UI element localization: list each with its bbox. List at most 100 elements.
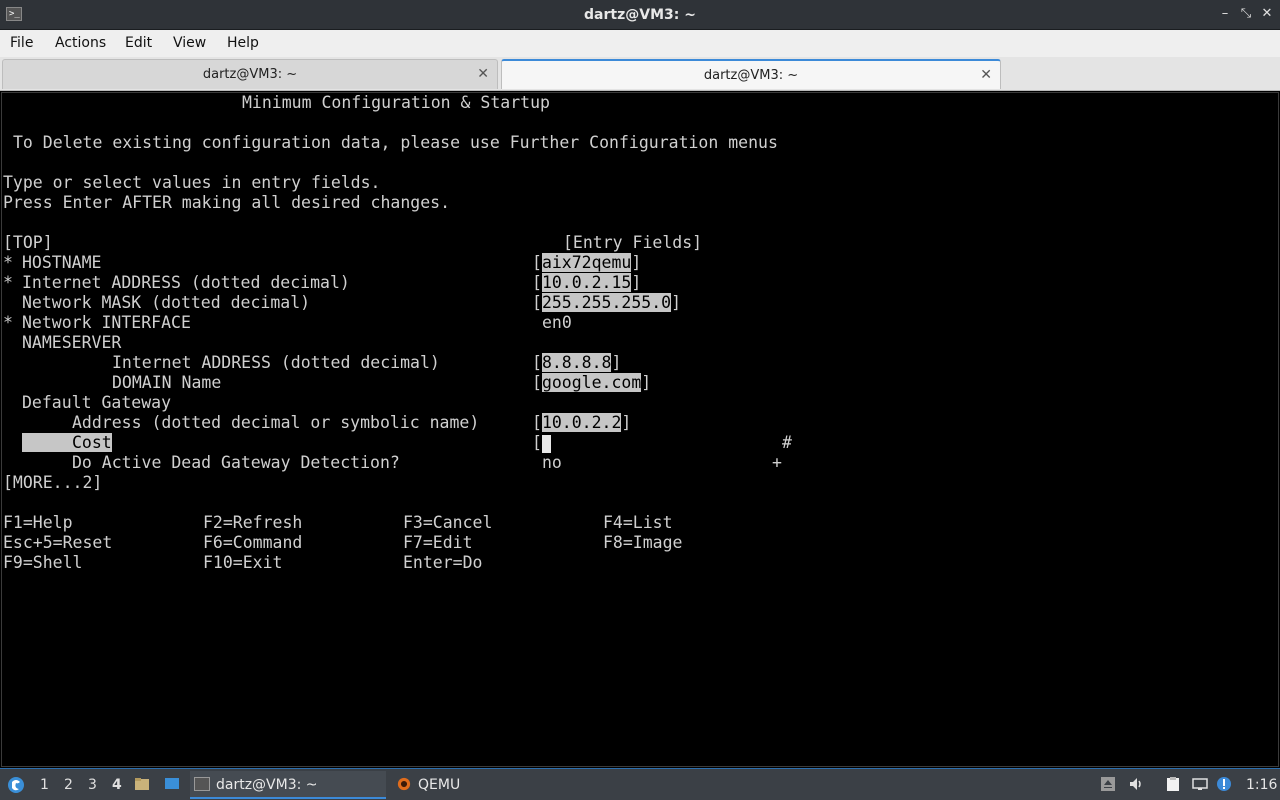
menu-help[interactable]: Help [227, 35, 259, 51]
function-key-hint: Enter=Do [403, 553, 483, 572]
menu-edit[interactable]: Edit [125, 35, 152, 51]
function-key-hint: F4=List [603, 513, 673, 532]
field-label-text: DOMAIN Name [112, 373, 222, 392]
field-value-text[interactable]: 8.8.8.8 [541, 353, 612, 372]
field-value[interactable]: no [542, 453, 562, 473]
field-value[interactable]: [255.255.255.0] [532, 293, 681, 313]
tab-close-icon[interactable]: ✕ [980, 67, 992, 83]
file-manager-icon[interactable] [134, 776, 150, 792]
field-label-text: Internet ADDRESS (dotted decimal) [22, 273, 350, 292]
tab-label: dartz@VM3: ~ [202, 67, 298, 82]
field-label-text: Cost [22, 433, 112, 452]
field-label: Default Gateway [22, 393, 171, 413]
task-label: dartz@VM3: ~ [216, 777, 318, 793]
field-label: NAMESERVER [22, 333, 121, 353]
field-type-indicator: + [772, 453, 782, 472]
terminal-icon [194, 777, 210, 791]
field-value[interactable]: [aix72qemu] [532, 253, 641, 273]
minimize-icon[interactable]: – [1216, 5, 1234, 23]
function-key-hint: F10=Exit [203, 553, 283, 572]
task-terminal[interactable]: dartz@VM3: ~ [190, 771, 386, 799]
function-key-hint: F1=Help [3, 513, 73, 532]
required-marker: * [3, 273, 13, 292]
tab-label: dartz@VM3: ~ [703, 68, 799, 83]
field-label-text: Address (dotted decimal or symbolic name… [72, 413, 480, 432]
top-marker: [TOP] [3, 233, 53, 252]
field-label-text: NAMESERVER [22, 333, 122, 352]
task-qemu[interactable]: QEMU [392, 771, 588, 799]
field-label-text: Internet ADDRESS (dotted decimal) [112, 353, 440, 372]
field-type-indicator: # [782, 433, 792, 452]
task-label: QEMU [418, 777, 461, 793]
smit-note: To Delete existing configuration data, p… [13, 133, 778, 152]
menu-actions[interactable]: Actions [55, 35, 106, 51]
window-titlebar: >_ dartz@VM3: ~ – ⤡ ✕ [0, 0, 1280, 30]
field-value[interactable]: [10.0.2.15] [532, 273, 641, 293]
field-label: Internet ADDRESS (dotted decimal) [22, 273, 350, 293]
field-value[interactable]: [8.8.8.8] [532, 353, 621, 373]
function-key-hint: F6=Command [203, 533, 303, 552]
clipboard-icon[interactable] [1165, 776, 1181, 792]
desktop-3[interactable]: 3 [88, 777, 97, 793]
network-icon[interactable] [1192, 776, 1208, 792]
smit-instruction: Press Enter AFTER making all desired cha… [3, 193, 451, 212]
close-icon[interactable]: ✕ [1258, 5, 1276, 23]
taskbar: 1 2 3 4 dartz@VM3: ~ QEMU 1:16 [0, 768, 1280, 800]
field-label-text: Network MASK (dotted decimal) [22, 293, 311, 312]
tab-terminal-2[interactable]: dartz@VM3: ~ ✕ [501, 59, 1001, 89]
field-label-text: HOSTNAME [22, 253, 102, 272]
function-key-hint: F7=Edit [403, 533, 473, 552]
field-value-text[interactable]: 255.255.255.0 [541, 293, 672, 312]
field-value-text[interactable]: 10.0.2.15 [541, 273, 632, 292]
tab-close-icon[interactable]: ✕ [477, 66, 489, 82]
qemu-icon [397, 777, 411, 791]
show-desktop-icon[interactable] [164, 776, 180, 792]
field-value[interactable]: [ [532, 433, 551, 453]
terminal-screen[interactable]: Minimum Configuration & Startup To Delet… [1, 92, 1279, 767]
field-label-text: Default Gateway [22, 393, 172, 412]
tab-bar: dartz@VM3: ~ ✕ dartz@VM3: ~ ✕ [0, 57, 1280, 91]
desktop-2[interactable]: 2 [64, 777, 73, 793]
field-value[interactable]: [10.0.2.2] [532, 413, 631, 433]
smit-heading: Minimum Configuration & Startup [242, 93, 550, 112]
desktop-4-active[interactable]: 4 [112, 777, 122, 793]
function-key-hint: Esc+5=Reset [3, 533, 113, 552]
function-key-hint: F8=Image [603, 533, 683, 552]
notification-icon[interactable] [1216, 776, 1232, 792]
eject-icon[interactable] [1100, 776, 1116, 792]
field-value[interactable]: en0 [542, 313, 572, 333]
more-marker: [MORE...2] [3, 473, 103, 492]
clock: 1:16 [1246, 777, 1278, 793]
field-label-text: Do Active Dead Gateway Detection? [72, 453, 400, 472]
field-value-text[interactable]: 10.0.2.2 [541, 413, 622, 432]
start-menu-icon[interactable] [6, 775, 26, 795]
field-label: Cost [22, 433, 112, 453]
desktop-1[interactable]: 1 [40, 777, 49, 793]
required-marker: * [3, 313, 13, 332]
field-label: HOSTNAME [22, 253, 101, 273]
function-key-hint: F3=Cancel [403, 513, 493, 532]
field-label: Network MASK (dotted decimal) [22, 293, 310, 313]
field-label: Internet ADDRESS (dotted decimal) [112, 353, 440, 373]
required-marker: * [3, 253, 13, 272]
maximize-icon[interactable]: ⤡ [1237, 5, 1255, 23]
field-value[interactable]: [google.com] [532, 373, 651, 393]
smit-instruction: Type or select values in entry fields. [3, 173, 381, 192]
volume-icon[interactable] [1128, 776, 1144, 792]
field-value-text[interactable]: aix72qemu [541, 253, 632, 272]
entry-fields-header: [Entry Fields] [563, 233, 703, 252]
field-label-text: Network INTERFACE [22, 313, 191, 332]
field-label: Do Active Dead Gateway Detection? [72, 453, 400, 473]
field-value-text[interactable] [541, 434, 551, 453]
tab-terminal-1[interactable]: dartz@VM3: ~ ✕ [2, 59, 498, 89]
function-key-hint: F2=Refresh [203, 513, 303, 532]
field-label: Address (dotted decimal or symbolic name… [72, 413, 479, 433]
field-label: DOMAIN Name [112, 373, 221, 393]
menu-bar: File Actions Edit View Help [0, 30, 1280, 57]
field-value-text[interactable]: google.com [541, 373, 642, 392]
window-title: dartz@VM3: ~ [584, 7, 696, 23]
menu-view[interactable]: View [173, 35, 206, 51]
function-key-hint: F9=Shell [3, 553, 83, 572]
menu-file[interactable]: File [10, 35, 33, 51]
field-label: Network INTERFACE [22, 313, 191, 333]
